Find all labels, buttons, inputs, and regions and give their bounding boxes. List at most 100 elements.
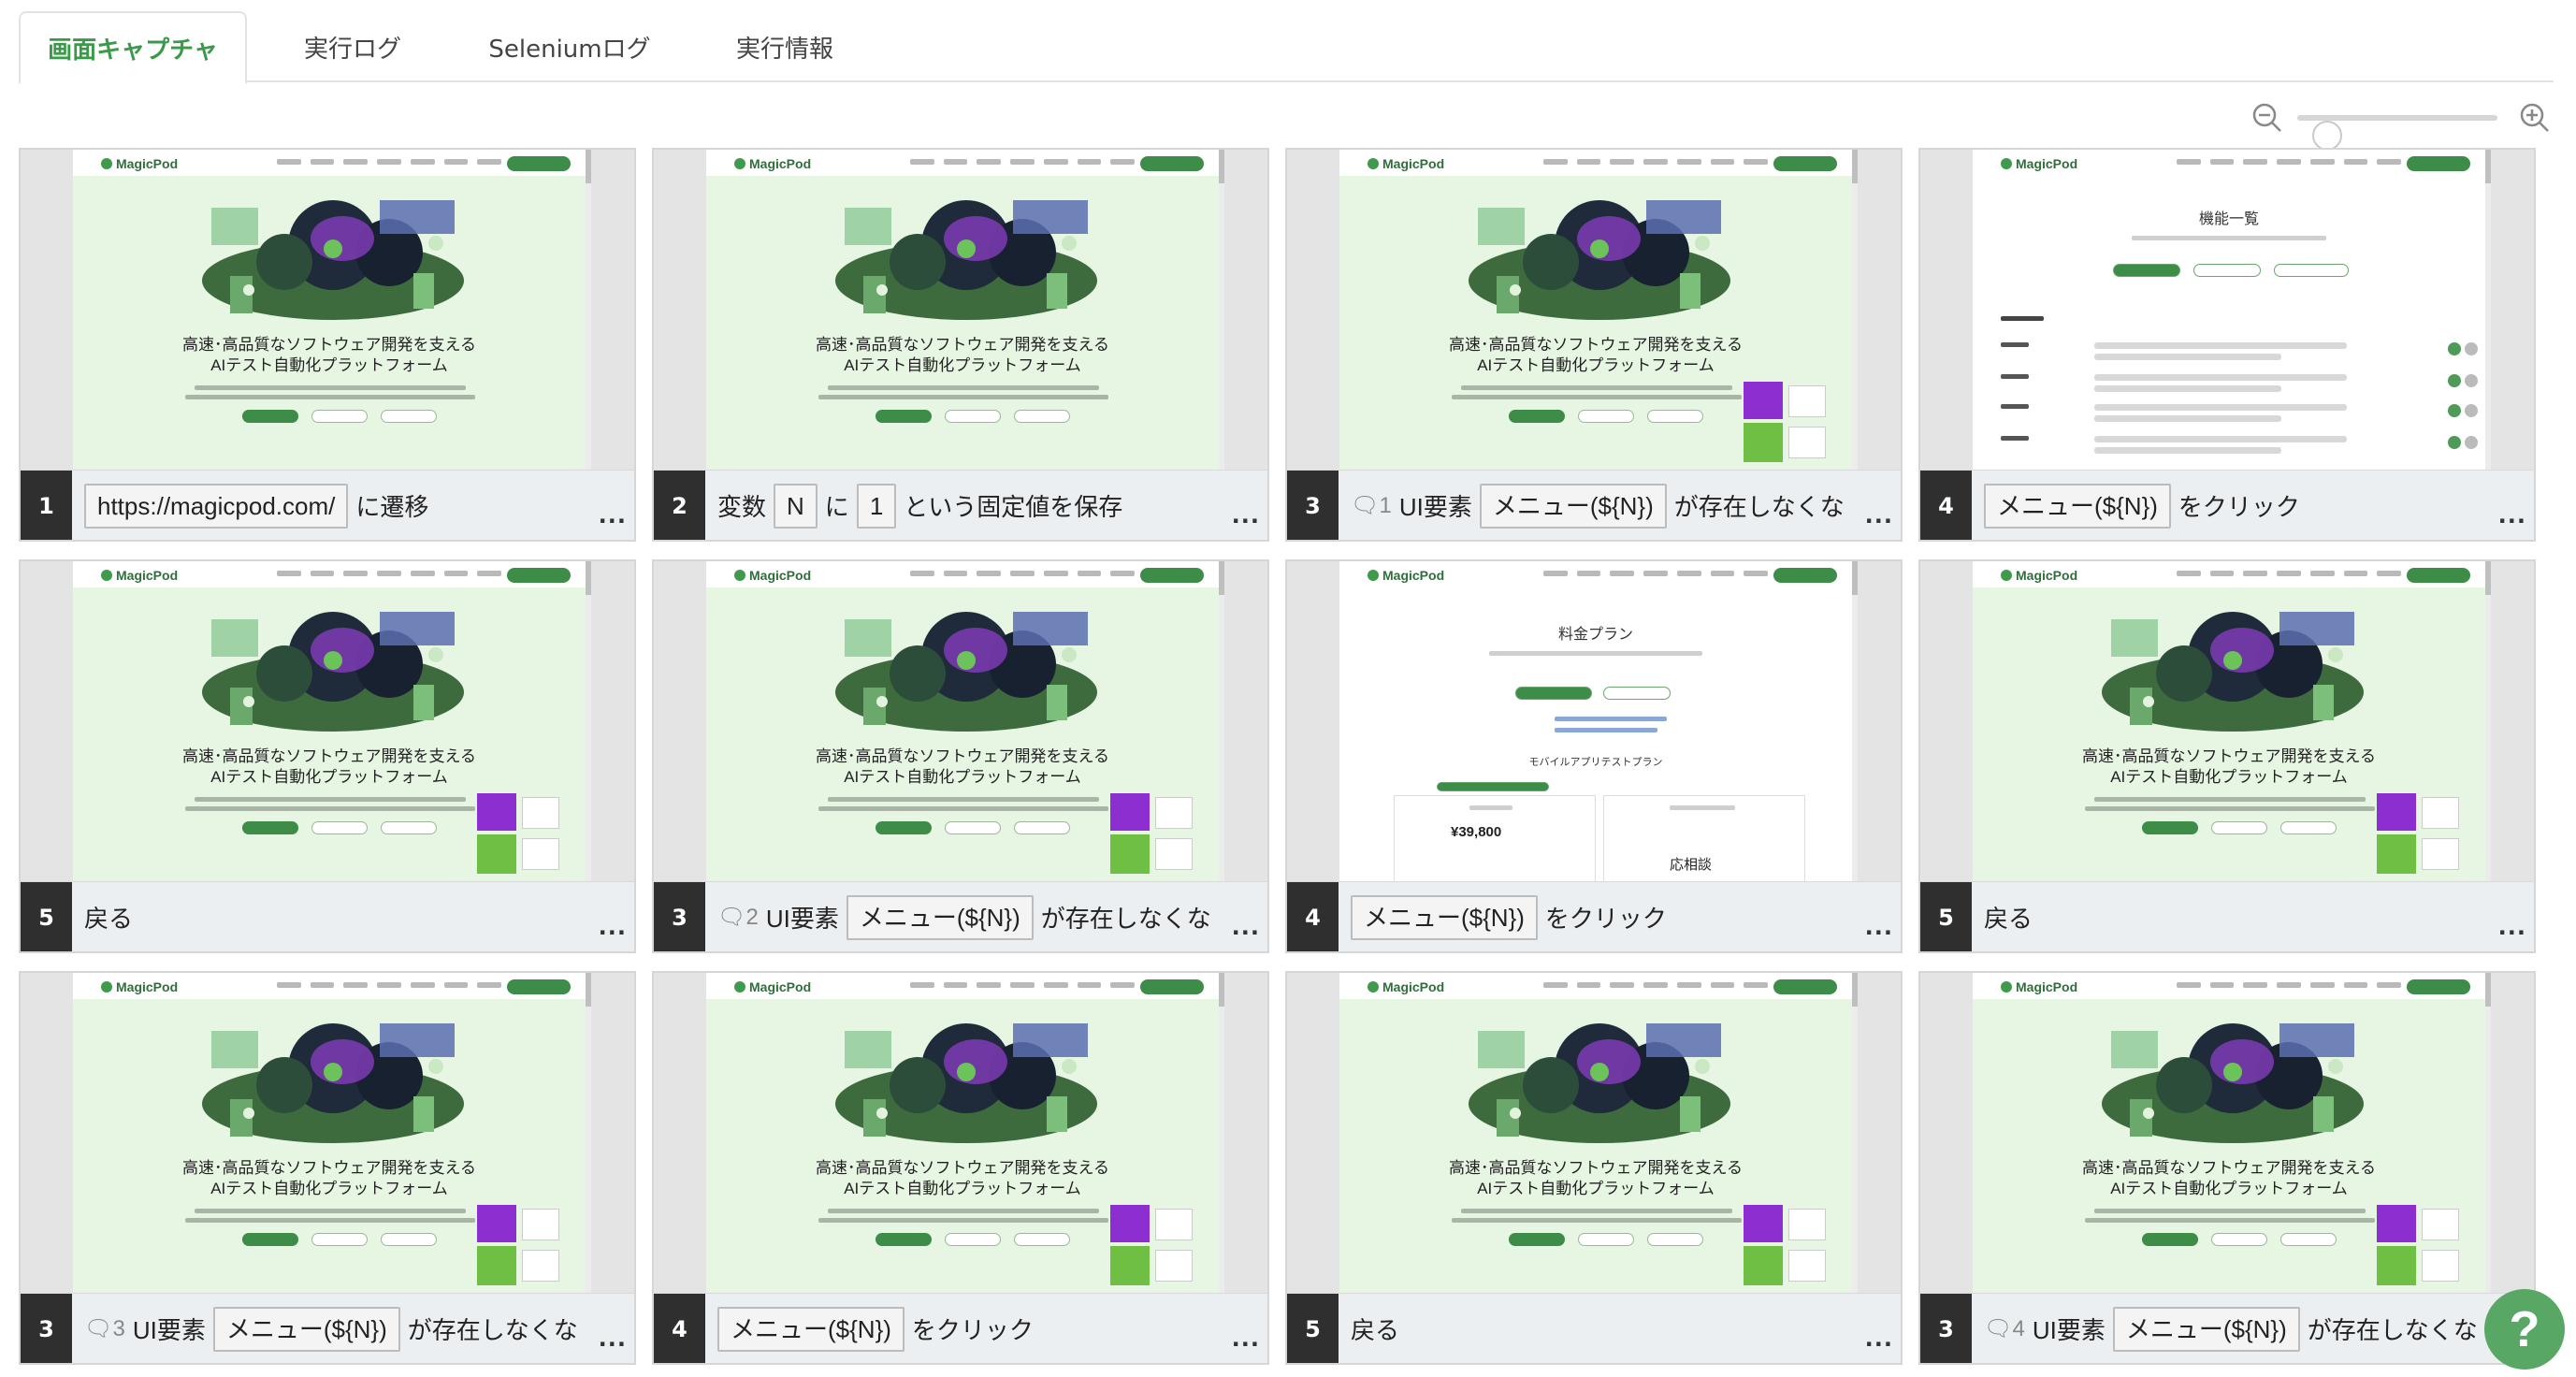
tab-selenium-log[interactable]: Seleniumログ: [455, 11, 685, 82]
hero-illustration-icon: [835, 200, 1097, 320]
comment-icon: 🗨︎: [717, 905, 746, 930]
screenshot-thumbnail[interactable]: MagicPod 機能一覧: [1920, 150, 2534, 470]
help-button[interactable]: ?: [2484, 1289, 2565, 1370]
features-subtitle: [2132, 236, 2326, 240]
screenshot-thumbnail[interactable]: MagicPod 高速･高品質なソフトウェア開発を支える AIテスト自動化プラットフ…: [654, 561, 1267, 881]
screenshot-thumbnail[interactable]: MagicPod 高速･高品質なソフトウェア開発を支える AIテスト自動化プラットフ…: [654, 973, 1267, 1293]
more-menu-button[interactable]: ...: [1232, 914, 1260, 940]
pricing-tab: [1515, 687, 1592, 700]
step-number: 5: [1920, 882, 1972, 951]
more-menu-button[interactable]: ...: [599, 914, 627, 940]
comment-count[interactable]: 🗨︎3: [84, 1315, 125, 1342]
screenshot-thumbnail[interactable]: MagicPod 高速･高品質なソフトウェア開発を支える AIテスト自動化プラットフ…: [21, 150, 634, 470]
screenshot-scrollbar: [1219, 973, 1224, 1293]
hero-subtext: [185, 806, 475, 811]
hero-illustration-icon: [2102, 612, 2364, 732]
step-parameter: メニュー(${N}): [1351, 894, 1538, 940]
feature-row-label: [2001, 404, 2029, 409]
step-text: が存在しなくな: [2307, 1316, 2478, 1344]
screenshot-scrollbar: [1852, 561, 1858, 881]
hero-subtext: [185, 1218, 475, 1223]
screenshot-thumbnail[interactable]: MagicPod 高速･高品質なソフトウェア開発を支える AIテスト自動化プラットフ…: [1920, 561, 2534, 881]
more-menu-button[interactable]: ...: [1865, 502, 1893, 529]
more-menu-button[interactable]: ...: [1232, 502, 1260, 529]
screenshot-thumbnail[interactable]: MagicPod 料金プラン モバイルアプリテストプラン ¥39,800 応相談: [1287, 561, 1901, 881]
capture-card[interactable]: MagicPod 機能一覧 4 メニュー(${N}) をクリック...: [1918, 148, 2536, 542]
step-text: をクリック: [2178, 493, 2300, 521]
capture-card[interactable]: MagicPod 高速･高品質なソフトウェア開発を支える AIテスト自動化プラットフ…: [652, 148, 1269, 542]
comment-count[interactable]: 🗨︎2: [717, 904, 759, 931]
screenshot-thumbnail[interactable]: MagicPod 高速･高品質なソフトウェア開発を支える AIテスト自動化プラットフ…: [1287, 973, 1901, 1293]
magicpod-logo: MagicPod: [101, 156, 178, 171]
screenshot-thumbnail[interactable]: MagicPod 高速･高品質なソフトウェア開発を支える AIテスト自動化プラットフ…: [21, 973, 634, 1293]
hero-subtext: [1452, 1218, 1742, 1223]
magicpod-logo: MagicPod: [1368, 979, 1444, 994]
screenshot-scrollbar: [1852, 150, 1858, 470]
comment-count-value: 3: [112, 1316, 125, 1341]
screenshot-thumbnail[interactable]: MagicPod 高速･高品質なソフトウェア開発を支える AIテスト自動化プラットフ…: [21, 561, 634, 881]
page-screenshot: MagicPod 高速･高品質なソフトウェア開発を支える AIテスト自動化プラットフ…: [1339, 973, 1852, 1293]
more-menu-button[interactable]: ...: [1232, 1326, 1260, 1352]
comment-count[interactable]: 🗨︎1: [1351, 492, 1392, 519]
capture-card[interactable]: MagicPod 高速･高品質なソフトウェア開発を支える AIテスト自動化プラットフ…: [1918, 971, 2536, 1365]
site-nav-links: [1543, 159, 1769, 165]
magicpod-logo: MagicPod: [1368, 156, 1444, 171]
step-number: 3: [654, 882, 705, 951]
feature-row-label: [2001, 342, 2029, 347]
more-menu-button[interactable]: ...: [599, 502, 627, 529]
hero-heading-line2: AIテスト自動化プラットフォーム: [2110, 768, 2348, 786]
comment-icon: 🗨︎: [1351, 493, 1380, 518]
step-parameter: メニュー(${N}): [846, 894, 1034, 940]
zoom-slider-handle[interactable]: [2312, 121, 2343, 151]
capture-card[interactable]: MagicPod 高速･高品質なソフトウェア開発を支える AIテスト自動化プラットフ…: [19, 971, 636, 1365]
zoom-slider[interactable]: [2297, 115, 2497, 151]
step-number: 2: [654, 471, 705, 540]
step-parameter: メニュー(${N}): [212, 1306, 400, 1352]
tab-screen-capture[interactable]: 画面キャプチャ: [19, 11, 247, 84]
feature-row-label: [2001, 436, 2029, 441]
screenshot-thumbnail[interactable]: MagicPod 高速･高品質なソフトウェア開発を支える AIテスト自動化プラットフ…: [654, 150, 1267, 470]
step-number: 5: [1287, 1294, 1339, 1363]
site-nav-links: [1543, 571, 1769, 576]
zoom-control: [2249, 97, 2557, 151]
capture-card[interactable]: MagicPod 高速･高品質なソフトウェア開発を支える AIテスト自動化プラットフ…: [1918, 559, 2536, 953]
screenshot-scrollbar: [2485, 561, 2491, 881]
step-description: 変数 N に 1 という固定値を保存: [717, 471, 1230, 540]
feature-row-icon: [2448, 404, 2461, 417]
screenshot-thumbnail[interactable]: MagicPod 高速･高品質なソフトウェア開発を支える AIテスト自動化プラットフ…: [1287, 150, 1901, 470]
comment-count[interactable]: 🗨︎4: [1984, 1315, 2025, 1342]
tab-execution-log[interactable]: 実行ログ: [264, 11, 441, 82]
feature-row-text: [2094, 404, 2347, 411]
more-menu-button[interactable]: ...: [2498, 914, 2526, 940]
hero-buttons: [865, 1233, 1080, 1246]
pricing-subtitle: [1489, 651, 1702, 656]
hero-buttons: [865, 821, 1080, 834]
capture-card[interactable]: MagicPod 高速･高品質なソフトウェア開発を支える AIテスト自動化プラットフ…: [1285, 148, 1903, 542]
step-text: 戻る: [1984, 905, 2033, 933]
step-parameter: 1: [856, 483, 897, 529]
screenshot-scrollbar: [2485, 973, 2491, 1293]
step-number: 4: [1920, 471, 1972, 540]
hero-subtext: [828, 1209, 1099, 1213]
step-text: が存在しなくな: [1040, 905, 1211, 933]
more-menu-button[interactable]: ...: [1865, 1326, 1893, 1352]
more-menu-button[interactable]: ...: [599, 1326, 627, 1352]
seminar-banner: [1744, 382, 1833, 466]
hero-buttons: [232, 1233, 447, 1246]
hero-subtext: [828, 385, 1099, 390]
capture-card[interactable]: MagicPod 高速･高品質なソフトウェア開発を支える AIテスト自動化プラットフ…: [652, 971, 1269, 1365]
screenshot-thumbnail[interactable]: MagicPod 高速･高品質なソフトウェア開発を支える AIテスト自動化プラットフ…: [1920, 973, 2534, 1293]
zoom-out-icon[interactable]: [2249, 99, 2286, 137]
zoom-in-icon[interactable]: [2516, 99, 2554, 137]
step-caption: 5 戻る...: [1287, 1293, 1901, 1363]
capture-card[interactable]: MagicPod 高速･高品質なソフトウェア開発を支える AIテスト自動化プラットフ…: [19, 148, 636, 542]
tab-execution-info[interactable]: 実行情報: [698, 11, 872, 82]
more-menu-button[interactable]: ...: [1865, 914, 1893, 940]
capture-card[interactable]: MagicPod 料金プラン モバイルアプリテストプラン ¥39,800 応相談 4 メニュ…: [1285, 559, 1903, 953]
more-menu-button[interactable]: ...: [2498, 502, 2526, 529]
hero-heading-line1: 高速･高品質なソフトウェア開発を支える: [816, 747, 1109, 765]
capture-card[interactable]: MagicPod 高速･高品質なソフトウェア開発を支える AIテスト自動化プラットフ…: [652, 559, 1269, 953]
capture-card[interactable]: MagicPod 高速･高品質なソフトウェア開発を支える AIテスト自動化プラットフ…: [1285, 971, 1903, 1365]
capture-card[interactable]: MagicPod 高速･高品質なソフトウェア開発を支える AIテスト自動化プラットフ…: [19, 559, 636, 953]
magicpod-logo: MagicPod: [734, 979, 811, 994]
